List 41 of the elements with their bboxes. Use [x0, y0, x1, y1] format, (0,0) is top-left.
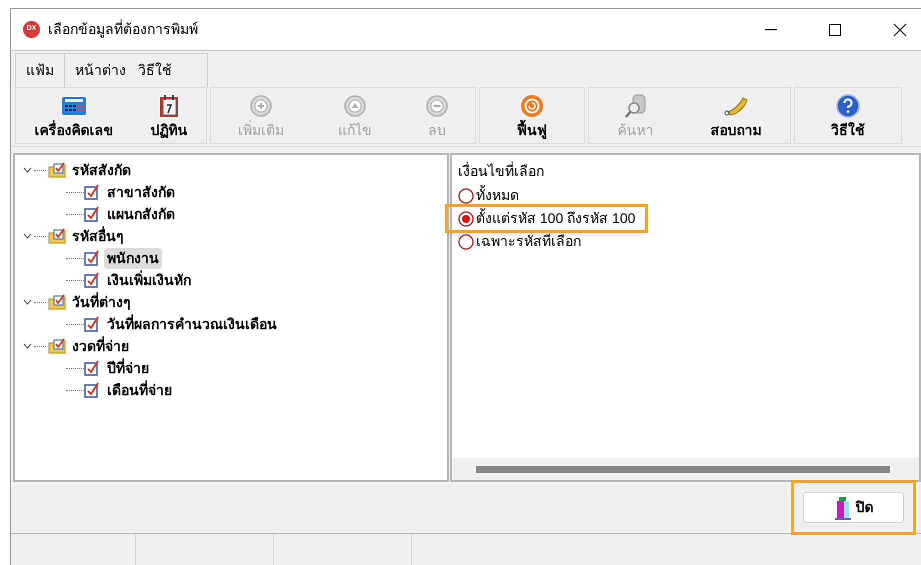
calendar-icon — [159, 94, 179, 118]
toolbar-button[interactable]: เครื่องคิดเลข — [28, 88, 120, 143]
tree-item[interactable]: สาขาสังกัด — [104, 182, 178, 202]
tree-item[interactable]: รหัสสังกัด — [70, 160, 133, 180]
minimize-icon[interactable] — [765, 28, 777, 30]
conditions-title: เงื่อนไขที่เลือก — [458, 161, 545, 181]
chevron-icon[interactable] — [23, 233, 32, 239]
help-icon — [836, 94, 860, 118]
chevron-icon[interactable] — [23, 343, 32, 349]
window-title: เลือกข้อมูลที่ต้องการพิมพ์ — [48, 19, 198, 40]
calculator-icon — [61, 96, 87, 116]
tree-item[interactable]: วันที่ต่างๆ — [70, 292, 133, 312]
tree-item[interactable]: รหัสอื่นๆ — [70, 226, 126, 246]
scrollbar-thumb[interactable] — [476, 466, 890, 472]
close-icon[interactable] — [893, 22, 907, 36]
menu-item[interactable]: วิธีใช้ — [138, 60, 172, 81]
plus-circle-icon — [250, 94, 272, 116]
chevron-icon[interactable] — [23, 167, 32, 173]
radio-option[interactable]: เฉพาะรหัสที่เลือก — [458, 231, 581, 252]
tree-item[interactable]: พนักงาน — [104, 248, 162, 268]
radio-option[interactable]: ทั้งหมด — [458, 185, 519, 206]
tree-item[interactable]: วันที่ผลการคำนวณเงินเดือน — [104, 314, 280, 334]
menu-item[interactable]: แฟ้ม — [26, 60, 54, 81]
tree-item[interactable]: เดือนที่จ่าย — [104, 380, 175, 400]
menu-item[interactable]: หน้าต่าง — [75, 60, 126, 81]
phone-icon — [723, 94, 749, 116]
minus-circle-icon — [426, 94, 448, 116]
chevron-icon[interactable] — [23, 299, 32, 305]
up-triangle-circle-icon — [344, 94, 366, 116]
radio-option[interactable]: ตั้งแต่รหัส 100 ถึงรหัส 100 — [458, 208, 636, 229]
toolbar-button[interactable]: ปฏิทิน — [144, 88, 194, 143]
tree-item[interactable]: งวดที่จ่าย — [70, 336, 131, 356]
maximize-icon[interactable] — [829, 24, 841, 36]
database-search-icon — [624, 92, 646, 118]
exit-door-icon — [834, 496, 852, 520]
close-button[interactable]: ปิด — [803, 492, 904, 523]
tree-item[interactable]: เงินเพิ่มเงินหัก — [104, 270, 194, 290]
tree-item[interactable]: ปีที่จ่าย — [104, 358, 152, 378]
refresh-icon — [520, 94, 544, 118]
tree-item[interactable]: แผนกสังกัด — [104, 204, 178, 224]
toolbar-button[interactable]: สอบถาม — [704, 88, 768, 143]
